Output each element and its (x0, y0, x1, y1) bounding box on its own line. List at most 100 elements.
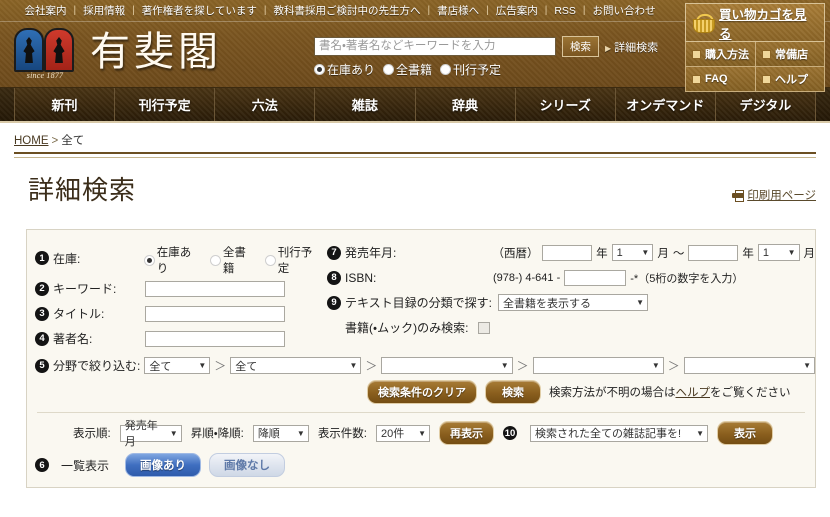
field-number-4: 4 (35, 331, 49, 346)
help-link[interactable]: ヘルプ (676, 387, 711, 399)
label-sort-order: 表示順: (73, 428, 111, 440)
nav-item-magazines[interactable]: 雑誌 (315, 88, 416, 121)
release-from-year-input[interactable] (542, 244, 593, 261)
title-row: 詳細検索 印刷用ページ (14, 164, 816, 207)
chevron-down-icon: ▼ (787, 248, 796, 257)
logo-since-text: since 1877 (26, 71, 64, 80)
cart-link-help[interactable]: ヘルプ (755, 67, 825, 92)
nav-item-roppo[interactable]: 六法 (215, 88, 316, 121)
topnav-link-rss[interactable]: RSS (547, 5, 583, 17)
radio-dot-icon (264, 254, 276, 266)
release-to-month-select[interactable]: 1 ▼ (757, 244, 800, 261)
release-from-month-select[interactable]: 1 ▼ (611, 244, 654, 261)
category-separator: ＞ (214, 359, 227, 373)
keyword-input[interactable] (145, 280, 285, 297)
field-label-title: タイトル: (53, 307, 105, 321)
field-label-catalog-category: テキスト目録の分類で探す: (345, 296, 492, 310)
stock-radio-forthcoming[interactable]: 刊行予定 (264, 244, 323, 276)
category-separator: ＞ (516, 359, 529, 373)
topnav-link-company[interactable]: 会社案内 (17, 3, 73, 18)
bullet-square-icon (692, 74, 701, 84)
header-search-scope-radios: 在庫あり 全書籍 刊行予定 (314, 61, 674, 78)
nav-item-dictionaries[interactable]: 辞典 (415, 88, 516, 121)
page-content: HOME > 全て 詳細検索 印刷用ページ 1 在庫: 在庫あり 全書籍 刊行予定 (0, 123, 830, 488)
breadcrumb-current: 全て (61, 135, 85, 147)
bullet-square-icon (762, 49, 771, 59)
category-select-2[interactable]: 全て ▼ (230, 357, 362, 374)
author-input[interactable] (145, 330, 285, 347)
search-button[interactable]: 検索 (485, 380, 541, 404)
field-stock: 1 在庫: 在庫あり 全書籍 刊行予定 (35, 240, 327, 276)
field-label-list-view: 一覧表示 (61, 458, 110, 473)
field-keyword: 2 キーワード: (35, 276, 327, 301)
refresh-button[interactable]: 再表示 (439, 421, 495, 445)
stock-radio-in-stock[interactable]: 在庫あり (143, 244, 202, 276)
help-note: 検索方法が不明の場合はヘルプをご覧ください (549, 387, 791, 399)
header-radio-in-stock[interactable]: 在庫あり (314, 61, 375, 78)
cart-link-faq[interactable]: FAQ (685, 67, 755, 92)
label-sort-direction: 昇順・降順: (190, 428, 244, 440)
site-logo[interactable]: since 1877 有斐閣 (0, 22, 314, 80)
title-input[interactable] (145, 305, 285, 322)
release-range-separator: ～ (672, 247, 685, 260)
category-select-3[interactable]: ▼ (381, 357, 513, 374)
nav-item-digital[interactable]: デジタル (715, 88, 816, 121)
header-search-button[interactable]: 検索 (562, 36, 599, 57)
result-count-select[interactable]: 20件 ▼ (376, 424, 431, 442)
nav-item-forthcoming[interactable]: 刊行予定 (115, 88, 216, 121)
nav-item-series[interactable]: シリーズ (515, 88, 616, 121)
advanced-search-panel: 1 在庫: 在庫あり 全書籍 刊行予定 2 キーワード: 3 タイトル: 4 著… (26, 229, 816, 488)
catalog-category-select[interactable]: 全書籍を表示する ▼ (497, 294, 648, 311)
header-radio-forthcoming[interactable]: 刊行予定 (440, 61, 501, 78)
header-radio-all-books[interactable]: 全書籍 (383, 61, 432, 78)
topnav-link-contact[interactable]: お問い合わせ (586, 3, 663, 18)
header-search-input[interactable]: 書名・著者名などキーワードを入力 (314, 37, 556, 56)
sort-controls-row: 表示順: 発売年月 ▼ 昇順・降順: 降順 ▼ 表示件数: 20件 ▼ 再表示 10 … (27, 413, 815, 448)
list-view-with-image-button[interactable]: 画像あり (125, 453, 202, 477)
topnav-link-copyright-search[interactable]: 著作権者を探しています (135, 3, 264, 18)
breadcrumb-separator: > (51, 135, 59, 147)
topnav-link-recruit[interactable]: 採用情報 (76, 3, 132, 18)
release-to-year-input[interactable] (688, 244, 739, 261)
field-number-5: 5 (35, 358, 49, 373)
field-catalog-category: 9 テキスト目録の分類で探す: 全書籍を表示する ▼ (327, 290, 815, 315)
release-year-unit-to: 年 (742, 247, 754, 260)
field-number-1: 1 (35, 251, 49, 265)
cart-box: 買い物カゴを見る 購入方法 常備店 FAQ ヘルプ (685, 3, 825, 92)
release-era-note: （西暦） (492, 247, 539, 260)
chevron-down-icon: ▼ (169, 428, 178, 438)
magazine-articles-select[interactable]: 検索された全ての雑誌記事を! ▼ (530, 424, 709, 442)
nav-item-new-releases[interactable]: 新刊 (14, 88, 116, 121)
print-page-link[interactable]: 印刷用ページ (732, 187, 816, 203)
topnav-link-textbook-teachers[interactable]: 教科書採用ご検討中の先生方へ (266, 3, 427, 18)
clear-conditions-button[interactable]: 検索条件のクリア (367, 380, 477, 404)
chevron-down-icon: ▼ (636, 298, 644, 307)
field-number-8: 8 (327, 270, 341, 285)
breadcrumb: HOME > 全て (14, 123, 816, 152)
book-only-checkbox[interactable] (478, 321, 491, 334)
stock-radio-all-books[interactable]: 全書籍 (210, 244, 257, 276)
field-number-3: 3 (35, 306, 49, 321)
advanced-search-link[interactable]: ▶ 詳細検索 (605, 39, 658, 55)
topnav-link-bookstores[interactable]: 書店様へ (430, 3, 486, 18)
chevron-down-icon: ▼ (651, 361, 660, 370)
category-select-1[interactable]: 全て ▼ (144, 357, 211, 374)
category-select-5[interactable]: ▼ (683, 357, 815, 374)
breadcrumb-home[interactable]: HOME (14, 135, 49, 147)
category-select-4[interactable]: ▼ (532, 357, 664, 374)
logo-figure-red-icon (53, 37, 65, 63)
field-release-date: 7 発売年月: （西暦） 年 1 ▼ 月 ～ 年 1 ▼ 月 (327, 240, 815, 265)
site-header: 会社案内 | 採用情報 | 著作権者を探しています | 教科書採用ご検討中の先生方へ |… (0, 0, 830, 92)
topnav-link-advertising[interactable]: 広告案内 (489, 3, 545, 18)
sort-order-select[interactable]: 発売年月 ▼ (119, 420, 182, 448)
display-button[interactable]: 表示 (717, 421, 774, 445)
list-view-without-image-button[interactable]: 画像なし (209, 453, 286, 477)
view-cart-button[interactable]: 買い物カゴを見る (685, 3, 825, 42)
cart-link-purchase-method[interactable]: 購入方法 (685, 42, 755, 67)
field-number-2: 2 (35, 281, 49, 296)
nav-item-on-demand[interactable]: オンデマンド (615, 88, 716, 121)
isbn-input[interactable] (564, 269, 627, 286)
sort-direction-select[interactable]: 降順 ▼ (252, 424, 309, 442)
cart-link-stocking-stores[interactable]: 常備店 (755, 42, 825, 67)
brand-row: since 1877 有斐閣 書名・著者名などキーワードを入力 検索 ▶ 詳細検索… (0, 3, 830, 92)
